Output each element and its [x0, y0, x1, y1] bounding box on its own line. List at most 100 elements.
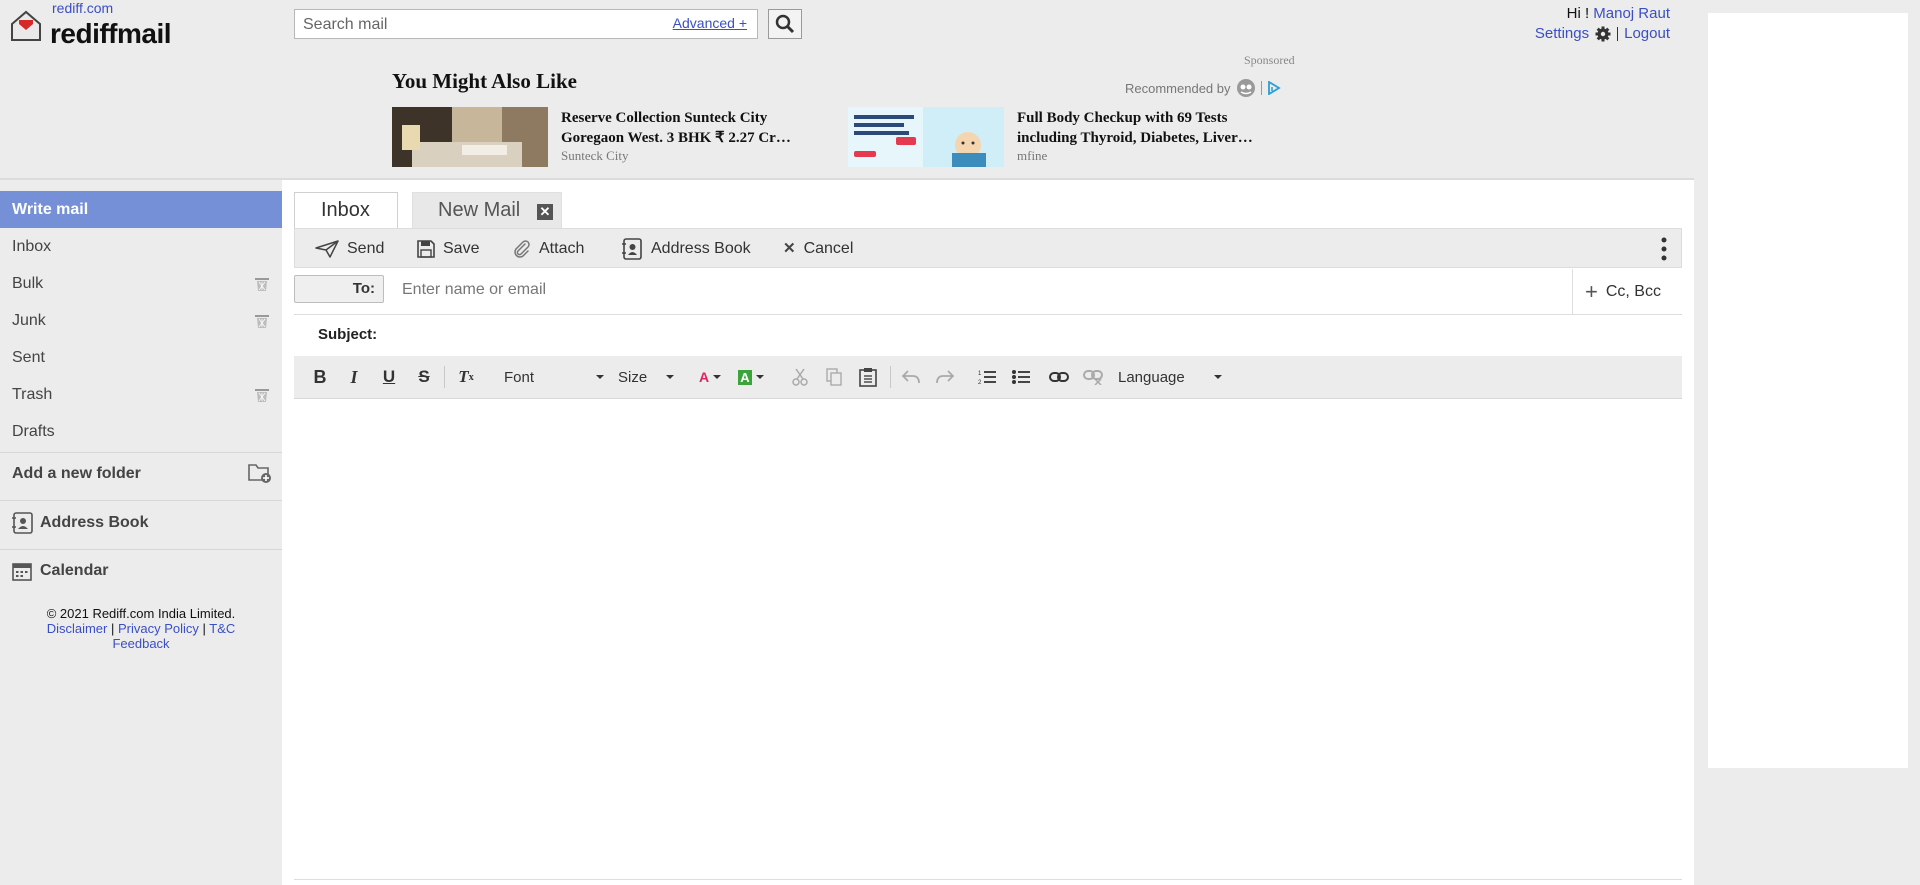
- paperclip-icon: [514, 240, 530, 258]
- search-icon: [775, 14, 795, 34]
- sidebar-item-trash[interactable]: Trash: [0, 376, 282, 413]
- gear-icon[interactable]: [1595, 26, 1611, 42]
- brand-name: rediffmail: [50, 18, 172, 49]
- ad-source: Sunteck City: [561, 148, 629, 163]
- size-dropdown[interactable]: Size: [618, 367, 674, 387]
- more-options-icon[interactable]: [1661, 237, 1667, 261]
- ad-item[interactable]: Full Body Checkup with 69 Tests includin…: [848, 107, 1288, 167]
- send-label: Send: [347, 240, 385, 257]
- attach-button[interactable]: Attach: [513, 229, 584, 269]
- to-row: To: + Cc, Bcc: [294, 269, 1682, 315]
- user-name-link[interactable]: Manoj Raut: [1593, 5, 1670, 22]
- send-button[interactable]: Send: [315, 229, 384, 269]
- sidebar-footer: © 2021 Rediff.com India Limited. Disclai…: [0, 606, 282, 651]
- sidebar-item-drafts[interactable]: Drafts: [0, 413, 282, 450]
- search-button[interactable]: [768, 9, 802, 39]
- sidebar-item-inbox[interactable]: Inbox: [0, 228, 282, 265]
- language-dropdown[interactable]: Language: [1118, 367, 1222, 387]
- right-ad-panel: [1708, 13, 1908, 768]
- empty-folder-trash-icon[interactable]: [254, 387, 270, 403]
- search-box: Advanced +: [294, 9, 758, 39]
- rediff-home-link[interactable]: rediff.com: [52, 0, 113, 16]
- link-separator: [1617, 26, 1619, 41]
- cut-icon[interactable]: [790, 367, 810, 387]
- sidebar-calendar[interactable]: Calendar: [0, 554, 282, 588]
- unlink-icon[interactable]: [1082, 367, 1104, 387]
- tab-inbox[interactable]: Inbox: [294, 192, 398, 228]
- strikethrough-icon[interactable]: S: [414, 367, 434, 387]
- font-dropdown[interactable]: Font: [504, 367, 604, 387]
- rediffmail-logo[interactable]: rediff.com rediffmail: [10, 0, 180, 50]
- adchoices-icon[interactable]: [1267, 81, 1281, 95]
- italic-icon[interactable]: I: [344, 367, 364, 387]
- cancel-button[interactable]: ✕ Cancel: [783, 229, 853, 269]
- logout-link[interactable]: Logout: [1624, 25, 1670, 42]
- save-label: Save: [443, 240, 480, 257]
- header-links: Settings Logout: [1535, 25, 1670, 42]
- greeting-prefix: Hi !: [1566, 5, 1590, 22]
- bold-icon[interactable]: B: [310, 367, 330, 387]
- advanced-search-link[interactable]: Advanced +: [673, 15, 747, 31]
- user-greeting: Hi ! Manoj Raut: [1567, 5, 1670, 22]
- text-color-button[interactable]: A: [696, 367, 724, 387]
- size-label: Size: [618, 368, 648, 386]
- sidebar-item-label: Inbox: [12, 238, 52, 255]
- add-folder-button[interactable]: Add a new folder: [0, 455, 282, 492]
- sidebar-item-sent[interactable]: Sent: [0, 339, 282, 376]
- tc-link[interactable]: T&C: [209, 621, 235, 636]
- bulleted-list-icon[interactable]: [1010, 367, 1032, 387]
- language-label: Language: [1118, 368, 1185, 386]
- to-button[interactable]: To:: [294, 275, 384, 303]
- privacy-policy-link[interactable]: Privacy Policy: [118, 621, 199, 636]
- save-icon: [417, 240, 435, 258]
- divider: [0, 500, 282, 501]
- undo-icon[interactable]: [900, 367, 922, 387]
- link-icon[interactable]: [1048, 367, 1070, 387]
- copy-icon[interactable]: [824, 367, 844, 387]
- empty-folder-trash-icon[interactable]: [254, 313, 270, 329]
- subject-row[interactable]: Subject:: [294, 316, 1682, 357]
- to-input[interactable]: [400, 276, 1424, 304]
- sidebar-item-label: Drafts: [12, 423, 55, 440]
- close-tab-icon[interactable]: ✕: [537, 204, 553, 220]
- empty-folder-trash-icon[interactable]: [254, 276, 270, 292]
- ad-title[interactable]: Full Body Checkup with 69 Tests includin…: [1017, 108, 1277, 148]
- ad-title[interactable]: Reserve Collection Sunteck City Goregaon…: [561, 108, 821, 148]
- plus-icon: +: [1585, 278, 1598, 304]
- sponsored-label: Sponsored: [1244, 53, 1295, 67]
- sidebar-item-label: Sent: [12, 349, 45, 366]
- remove-format-icon[interactable]: Tx: [454, 367, 478, 387]
- sidebar-item-label: Junk: [12, 312, 46, 329]
- sidebar-item-bulk[interactable]: Bulk: [0, 265, 282, 302]
- background-color-button[interactable]: A: [736, 367, 766, 387]
- feedback-link[interactable]: Feedback: [112, 636, 169, 651]
- calendar-icon: [12, 563, 32, 581]
- redo-icon[interactable]: [934, 367, 956, 387]
- tab-label: Inbox: [321, 199, 370, 221]
- ad-item[interactable]: Reserve Collection Sunteck City Goregaon…: [392, 107, 832, 167]
- settings-link[interactable]: Settings: [1535, 25, 1589, 42]
- underline-icon[interactable]: U: [379, 367, 399, 387]
- outbrain-logo-icon: [1236, 79, 1255, 97]
- sidebar-address-book[interactable]: Address Book: [0, 506, 282, 540]
- address-book-button[interactable]: Address Book: [621, 229, 751, 269]
- cc-bcc-button[interactable]: + Cc, Bcc: [1572, 269, 1682, 314]
- recommended-by-label: Recommended by: [1125, 80, 1231, 96]
- paste-icon[interactable]: [858, 367, 878, 387]
- svg-text:2: 2: [978, 380, 982, 385]
- write-mail-button[interactable]: Write mail: [0, 191, 282, 228]
- divider: [294, 879, 1682, 880]
- calendar-label: Calendar: [40, 562, 109, 579]
- tab-new-mail[interactable]: New Mail ✕: [412, 192, 562, 228]
- chevron-down-icon: [666, 375, 674, 379]
- save-button[interactable]: Save: [417, 229, 479, 269]
- search-input[interactable]: [301, 14, 645, 36]
- disclaimer-link[interactable]: Disclaimer: [47, 621, 108, 636]
- font-label: Font: [504, 368, 535, 386]
- sidebar: Write mail Inbox Bulk Junk Sent Trash Dr…: [0, 190, 283, 885]
- message-body-editor[interactable]: [294, 400, 1682, 878]
- sidebar-item-junk[interactable]: Junk: [0, 302, 282, 339]
- close-icon: ✕: [783, 240, 796, 257]
- numbered-list-icon[interactable]: 12: [976, 367, 998, 387]
- recommended-by[interactable]: Recommended by: [1125, 78, 1281, 98]
